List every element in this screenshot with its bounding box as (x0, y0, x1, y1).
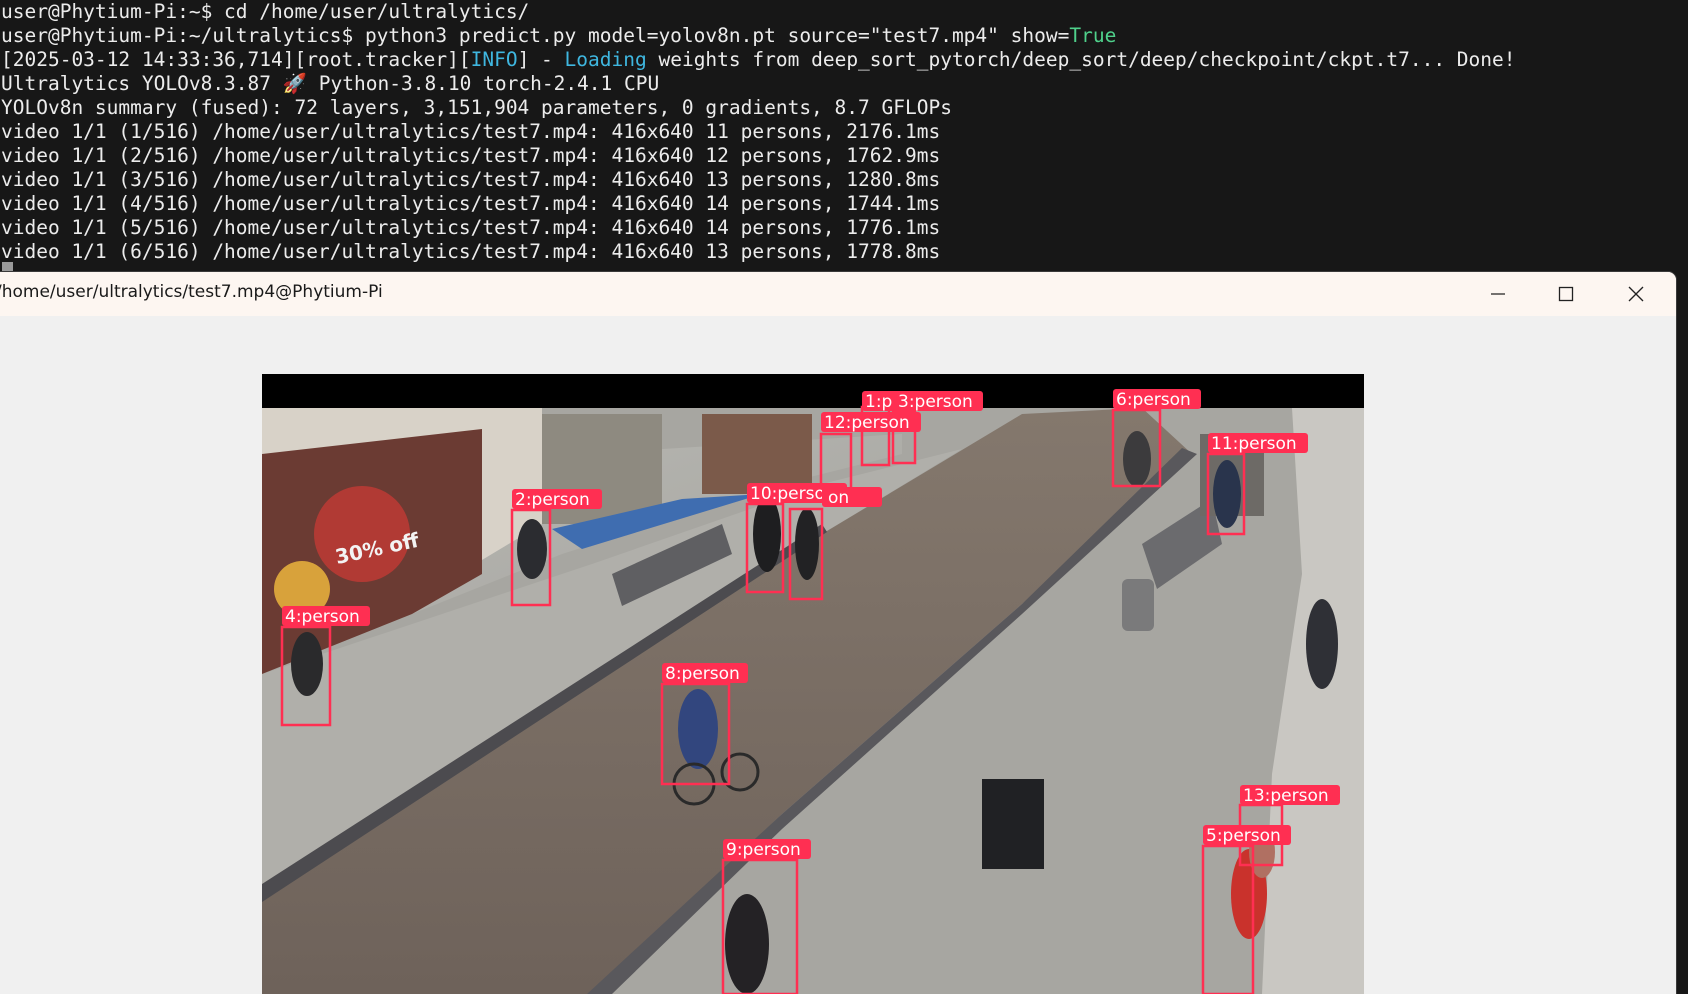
loading-word: Loading (564, 48, 647, 71)
window-title: /home/user/ultralytics/test7.mp4@Phytium… (0, 282, 383, 302)
detection-6[interactable]: 6:person (1111, 389, 1201, 488)
detection-11[interactable]: 11:person (1206, 433, 1308, 536)
terminal-cursor (2, 262, 13, 272)
close-button[interactable] (1602, 272, 1670, 316)
detection-label: on (828, 488, 849, 508)
log-separator: ] - (517, 48, 565, 71)
terminal-line: YOLOv8n summary (fused): 72 layers, 3,15… (1, 96, 952, 119)
terminal[interactable]: user@Phytium-Pi:~$ cd /home/user/ultraly… (0, 0, 1688, 272)
info-level: INFO (470, 48, 518, 71)
minimize-button[interactable] (1464, 272, 1532, 316)
detection-4[interactable]: 4:person (280, 606, 370, 727)
detection-overlay: 1:p 3:person 12:person 6:person 11:perso… (280, 389, 1340, 994)
detection-5[interactable]: 5:person (1201, 825, 1291, 994)
true-keyword: True (1069, 24, 1117, 47)
detection-2[interactable]: 2:person (510, 489, 602, 607)
detection-label: 12:person (824, 413, 910, 433)
video-frame[interactable]: 30% off 1:p 3:person 12:person 6:person … (262, 374, 1364, 994)
terminal-line: [2025-03-12 14:33:36,714][root.tracker][… (0, 48, 1688, 72)
detection-label: 9:person (726, 840, 801, 860)
detection-9[interactable]: 9:person (721, 839, 811, 994)
maximize-button[interactable] (1532, 272, 1600, 316)
terminal-line: video 1/1 (2/516) /home/user/ultralytics… (1, 144, 941, 167)
detection-label: 4:person (285, 607, 360, 627)
detection-label: 13:person (1243, 786, 1329, 806)
terminal-line: user@Phytium-Pi:~/ultralytics$ python3 p… (0, 24, 1688, 48)
log-message: weights from deep_sort_pytorch/deep_sort… (646, 48, 1516, 71)
terminal-line: video 1/1 (3/516) /home/user/ultralytics… (1, 168, 941, 191)
title-bar[interactable]: /home/user/ultralytics/test7.mp4@Phytium… (0, 272, 1676, 316)
detection-label: 2:person (515, 490, 590, 510)
minimize-icon (1491, 293, 1505, 295)
detection-label: 3:person (898, 392, 973, 412)
detection-12[interactable]: 12:person (819, 412, 921, 496)
terminal-line: video 1/1 (1/516) /home/user/ultralytics… (1, 120, 941, 143)
video-window[interactable]: /home/user/ultralytics/test7.mp4@Phytium… (0, 272, 1676, 994)
window-content: 30% off 1:p 3:person 12:person 6:person … (0, 316, 1676, 994)
terminal-line: Ultralytics YOLOv8.3.87 🚀 Python-3.8.10 … (1, 72, 660, 95)
terminal-line: video 1/1 (4/516) /home/user/ultralytics… (1, 192, 941, 215)
log-prefix: [2025-03-12 14:33:36,714][root.tracker][ (1, 48, 471, 71)
detection-label: 6:person (1116, 390, 1191, 410)
detection-label: 11:person (1211, 434, 1297, 454)
command-text: user@Phytium-Pi:~/ultralytics$ python3 p… (1, 24, 1070, 47)
terminal-line: video 1/1 (5/516) /home/user/ultralytics… (1, 216, 941, 239)
terminal-line: video 1/1 (6/516) /home/user/ultralytics… (1, 240, 941, 263)
detection-8[interactable]: 8:person (660, 663, 748, 786)
maximize-icon (1558, 286, 1574, 302)
detection-label: 5:person (1206, 826, 1281, 846)
detection-label: 8:person (665, 664, 740, 684)
terminal-line: user@Phytium-Pi:~$ cd /home/user/ultraly… (1, 0, 530, 23)
close-icon (1628, 286, 1644, 302)
detection-label: 1:p (865, 392, 892, 412)
